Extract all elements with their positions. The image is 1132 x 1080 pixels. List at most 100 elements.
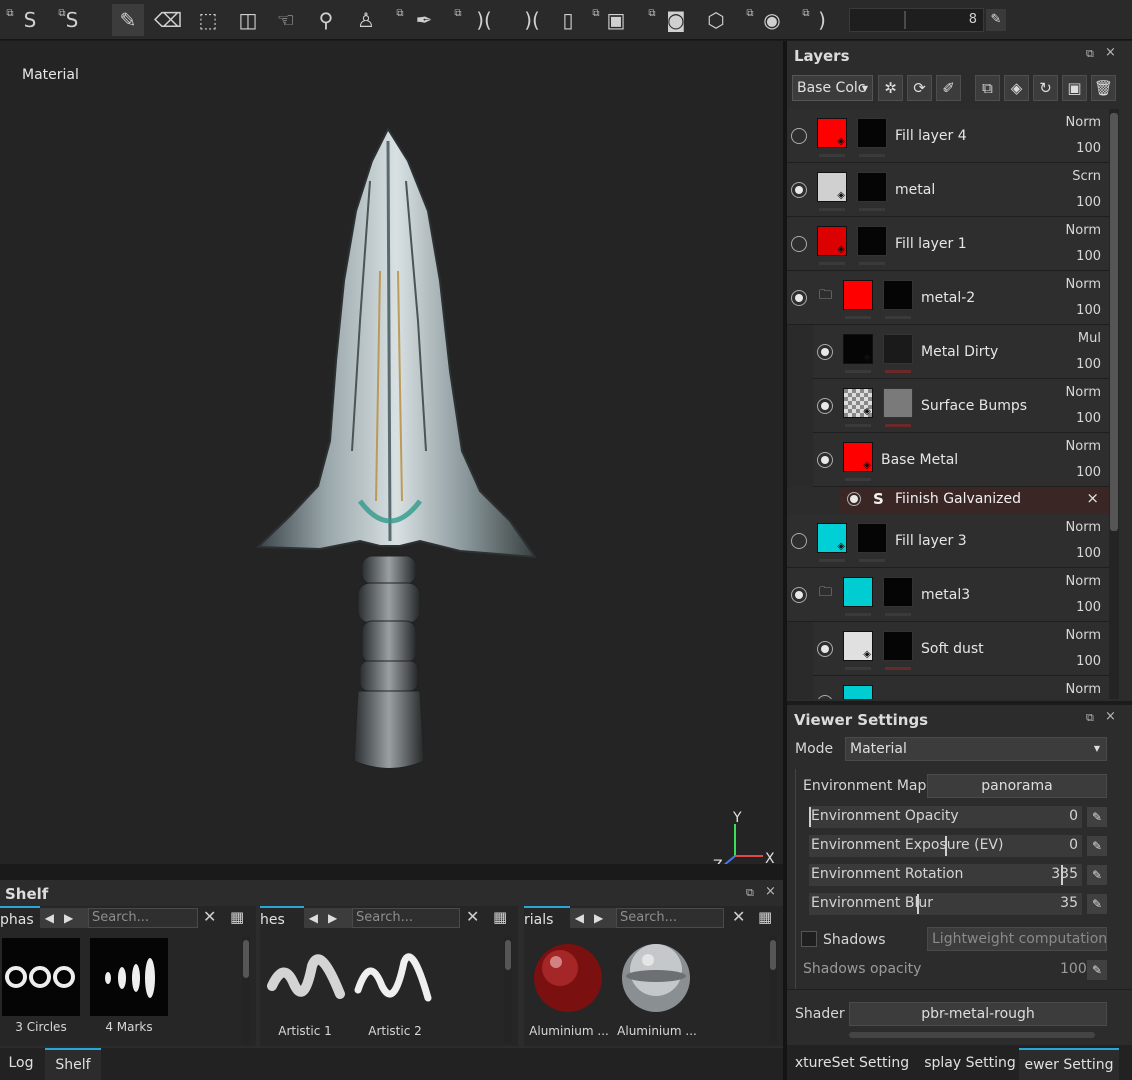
popout-icon[interactable]: ⧉ bbox=[646, 8, 658, 20]
layer-mask-thumbnail[interactable] bbox=[883, 280, 913, 310]
add-folder-icon[interactable]: ▣ bbox=[1062, 75, 1087, 101]
eraser-icon[interactable]: ⌫ bbox=[152, 4, 184, 36]
add-layer-icon[interactable]: ⧉ bbox=[975, 75, 1000, 101]
layer-mask-thumbnail[interactable] bbox=[883, 334, 913, 364]
shelf-float-icon[interactable]: ⧉ bbox=[746, 886, 754, 900]
visibility-eye-icon[interactable] bbox=[817, 398, 833, 414]
layer-opacity[interactable]: 100 bbox=[1076, 546, 1101, 561]
layer-row[interactable]: ◈ Norm bbox=[787, 676, 1109, 699]
screenshot-camera-icon[interactable]: ◉ bbox=[756, 4, 788, 36]
layer-color-thumbnail[interactable]: ◈ bbox=[843, 442, 873, 472]
visibility-eye-icon[interactable] bbox=[791, 128, 807, 144]
tab-display-settings[interactable]: splay Setting bbox=[923, 1048, 1017, 1080]
layers-close-icon[interactable]: × bbox=[1105, 45, 1116, 60]
layer-color-thumbnail[interactable] bbox=[843, 280, 873, 310]
slider-handle[interactable] bbox=[945, 836, 947, 856]
paint-brush-icon[interactable]: ✎ bbox=[112, 4, 144, 36]
viewer-hscrollbar[interactable] bbox=[849, 1032, 1095, 1038]
layer-opacity[interactable]: 100 bbox=[1076, 411, 1101, 426]
shelf-close-icon[interactable]: × bbox=[765, 884, 776, 899]
shadows-mode-select[interactable]: Lightweight computation bbox=[927, 927, 1107, 951]
popout-icon[interactable]: ⧉ bbox=[744, 8, 756, 20]
tab-log[interactable]: Log bbox=[0, 1048, 42, 1080]
symmetry-icon[interactable]: )( bbox=[468, 4, 500, 36]
slider-handle[interactable] bbox=[1061, 865, 1063, 885]
pen-icon[interactable]: ✎ bbox=[1087, 807, 1107, 827]
shelf-brushes-grid-icon[interactable]: ▦ bbox=[493, 908, 507, 926]
shelf-brushes-search-input[interactable]: Search... bbox=[352, 908, 460, 928]
tab-viewer-settings[interactable]: ewer Setting bbox=[1019, 1048, 1119, 1080]
layer-row[interactable]: ◈ Fill layer 1 Norm 100 bbox=[787, 217, 1109, 271]
polygon-fill-icon[interactable]: ◫ bbox=[232, 4, 264, 36]
layer-blend-mode[interactable]: Norm bbox=[1066, 520, 1101, 535]
visibility-eye-icon[interactable] bbox=[791, 533, 807, 549]
layer-opacity[interactable]: 100 bbox=[1076, 195, 1101, 210]
tab-textureset-settings[interactable]: xtureSet Setting bbox=[793, 1048, 911, 1080]
slider-environment-opacity[interactable]: Environment Opacity 0 bbox=[809, 806, 1082, 828]
shelf-item-thumbnail[interactable] bbox=[90, 938, 168, 1016]
layer-row[interactable]: ◈ metal Scrn 100 bbox=[787, 163, 1109, 217]
cube-view-icon[interactable]: ▣ bbox=[600, 4, 632, 36]
layer-row[interactable]: ◈ Metal Dirty Mul 100 bbox=[787, 325, 1109, 379]
layer-color-thumbnail[interactable]: ◈ bbox=[843, 388, 873, 418]
smudge-icon[interactable]: ☜ bbox=[270, 4, 302, 36]
substance-logo-icon[interactable]: S bbox=[14, 4, 46, 36]
layer-row[interactable]: 🗀 metal-2 Norm 100 bbox=[787, 271, 1109, 325]
clone-stamp-icon[interactable]: ⚲ bbox=[310, 4, 342, 36]
shelf-brushes-scrollbar[interactable] bbox=[504, 936, 512, 1044]
shelf-materials-grid-icon[interactable]: ▦ bbox=[758, 908, 772, 926]
cube-icon[interactable]: ⬡ bbox=[700, 4, 732, 36]
visibility-eye-icon[interactable] bbox=[791, 587, 807, 603]
popout-icon[interactable]: ⧉ bbox=[590, 8, 602, 20]
close-icon[interactable]: × bbox=[1086, 489, 1099, 507]
pen-icon[interactable]: ✎ bbox=[1087, 865, 1107, 885]
symmetry-x-icon[interactable]: )( bbox=[516, 4, 548, 36]
visibility-eye-icon[interactable] bbox=[817, 452, 833, 468]
popout-icon[interactable]: ⧉ bbox=[800, 8, 812, 20]
shader-select[interactable]: pbr-metal-rough bbox=[849, 1002, 1107, 1026]
layer-mask-thumbnail[interactable] bbox=[857, 118, 887, 148]
layer-mask-thumbnail[interactable] bbox=[857, 523, 887, 553]
layer-mask-thumbnail[interactable] bbox=[883, 631, 913, 661]
projection-icon[interactable]: ⬚ bbox=[192, 4, 224, 36]
popout-icon[interactable]: ⧉ bbox=[4, 8, 16, 20]
slider-handle[interactable] bbox=[809, 807, 811, 827]
color-picker-icon[interactable]: ✒ bbox=[408, 4, 440, 36]
slider-environment-rotation[interactable]: Environment Rotation 335 bbox=[809, 864, 1082, 886]
layer-row[interactable]: ◈ Soft dust Norm 100 bbox=[787, 622, 1109, 676]
mode-select[interactable]: Material ▼ bbox=[845, 737, 1107, 761]
layer-color-thumbnail[interactable]: ◈ bbox=[843, 685, 873, 699]
visibility-eye-icon[interactable] bbox=[791, 236, 807, 252]
layer-opacity[interactable]: 100 bbox=[1076, 357, 1101, 372]
layer-color-thumbnail[interactable]: ◈ bbox=[843, 631, 873, 661]
shelf-alphas-grid-icon[interactable]: ▦ bbox=[230, 908, 244, 926]
3d-viewport[interactable]: Material Y X bbox=[0, 41, 783, 874]
pen-icon[interactable]: ✎ bbox=[1087, 894, 1107, 914]
visibility-eye-icon[interactable] bbox=[817, 695, 833, 699]
popout-icon[interactable]: ⧉ bbox=[452, 8, 464, 20]
layer-blend-mode[interactable]: Norm bbox=[1066, 628, 1101, 643]
layer-blend-mode[interactable]: Norm bbox=[1066, 277, 1101, 292]
layers-scrollbar[interactable] bbox=[1109, 109, 1119, 699]
layer-color-thumbnail[interactable]: ◈ bbox=[817, 118, 847, 148]
visibility-eye-icon[interactable] bbox=[847, 492, 861, 506]
slider-environment-exposure-ev[interactable]: Environment Exposure (EV) 0 bbox=[809, 835, 1082, 857]
refresh-icon[interactable]: ↻ bbox=[1033, 75, 1058, 101]
artistic-brush-2-icon[interactable] bbox=[354, 940, 434, 1016]
layer-color-thumbnail[interactable]: ◈ bbox=[817, 226, 847, 256]
layer-opacity[interactable]: 100 bbox=[1076, 249, 1101, 264]
shelf-alphas-scrollbar[interactable] bbox=[242, 936, 250, 1044]
popout-icon[interactable]: ⧉ bbox=[56, 8, 68, 20]
layer-mask-thumbnail[interactable] bbox=[883, 388, 913, 418]
horizontal-splitter[interactable] bbox=[0, 864, 783, 880]
layer-opacity[interactable]: 100 bbox=[1076, 465, 1101, 480]
visibility-eye-icon[interactable] bbox=[817, 641, 833, 657]
artistic-brush-1-icon[interactable] bbox=[266, 940, 346, 1016]
shelf-item-thumbnail[interactable] bbox=[2, 938, 80, 1016]
shadows-opacity-pen-icon[interactable]: ✎ bbox=[1087, 960, 1107, 980]
visibility-eye-icon[interactable] bbox=[791, 182, 807, 198]
layer-blend-mode[interactable]: Norm bbox=[1066, 439, 1101, 454]
shelf-materials-search-input[interactable]: Search... bbox=[616, 908, 724, 928]
shadows-checkbox[interactable] bbox=[801, 931, 817, 947]
layer-color-thumbnail[interactable]: ◈ bbox=[817, 523, 847, 553]
